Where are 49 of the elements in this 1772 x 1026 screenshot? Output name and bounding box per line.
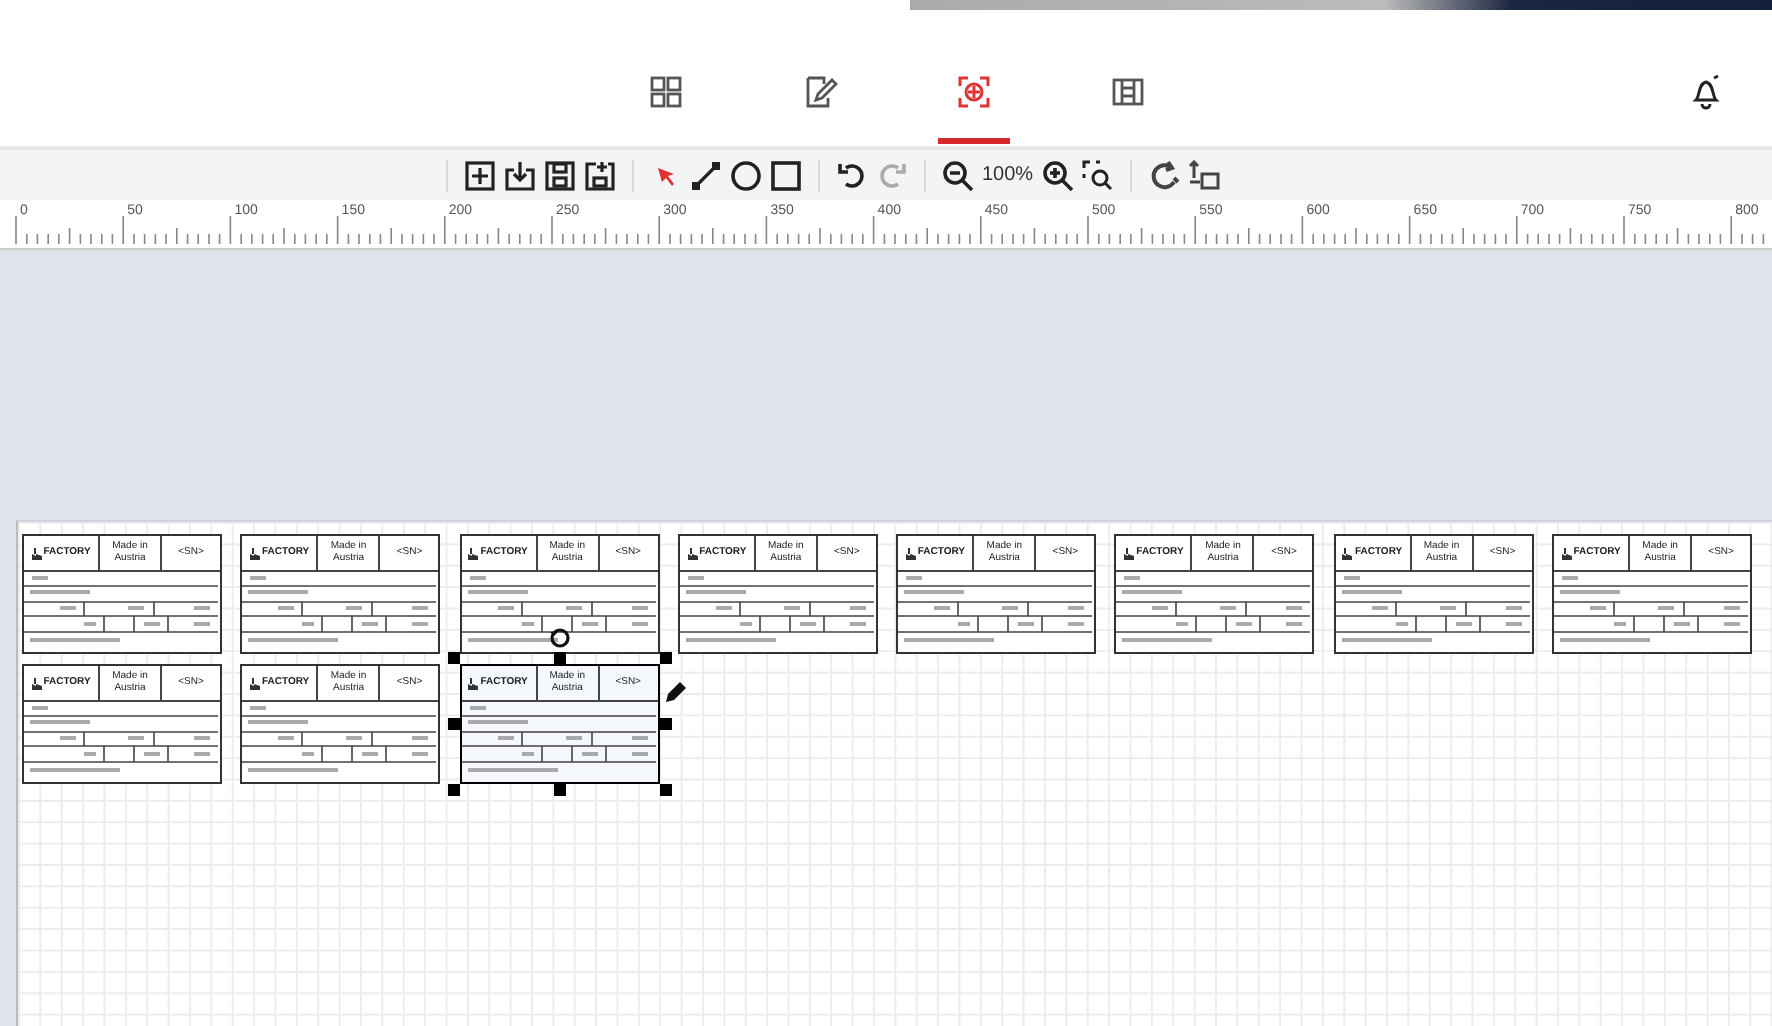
logo-icon — [1124, 547, 1135, 559]
logo-icon — [687, 547, 698, 559]
rotate-icon[interactable] — [547, 626, 572, 650]
zoom-fit-icon — [1081, 159, 1114, 191]
logo-icon — [1561, 547, 1572, 559]
rectangle-button[interactable] — [770, 159, 802, 191]
zoom-fit-button[interactable] — [1081, 159, 1114, 191]
panel-icon — [1110, 74, 1146, 110]
zoom-level: 100% — [982, 164, 1034, 186]
logo-icon — [31, 547, 42, 559]
logo-icon — [468, 547, 479, 559]
rectangle-icon — [770, 159, 802, 191]
save-copy-icon — [584, 159, 616, 191]
resize-handle[interactable] — [447, 784, 460, 796]
logo-icon — [905, 547, 916, 559]
save-copy-button[interactable] — [584, 159, 616, 191]
resize-handle[interactable] — [553, 784, 566, 796]
resize-handle[interactable] — [553, 652, 566, 664]
resize-handle[interactable] — [447, 652, 460, 664]
edit-icon — [802, 74, 838, 110]
line-button[interactable] — [690, 159, 722, 191]
zoom-in-icon — [1041, 159, 1074, 191]
circle-button[interactable] — [730, 159, 762, 191]
logo-icon — [249, 547, 260, 559]
zoom-out-button[interactable] — [942, 159, 974, 191]
undo-icon — [836, 159, 868, 191]
add-icon — [464, 159, 496, 191]
line-icon — [690, 159, 722, 191]
grid-icon — [648, 74, 684, 110]
bell-icon[interactable] — [1690, 74, 1722, 110]
save-button[interactable] — [544, 159, 576, 191]
save-icon — [544, 159, 576, 191]
target-icon — [956, 74, 992, 110]
import-icon — [504, 159, 536, 191]
redo-icon — [876, 159, 908, 191]
resize-handle[interactable] — [659, 652, 672, 664]
undo-button[interactable] — [836, 159, 868, 191]
circle-icon — [730, 159, 762, 191]
resize-handle[interactable] — [659, 784, 672, 796]
import-button[interactable] — [504, 159, 536, 191]
zoom-in-button[interactable] — [1041, 159, 1074, 191]
pencil-icon[interactable] — [663, 680, 688, 704]
add-button[interactable] — [464, 159, 496, 191]
logo-icon — [31, 677, 42, 689]
logo-icon — [1342, 547, 1353, 559]
resize-handle[interactable] — [447, 718, 460, 730]
zoom-out-icon — [942, 159, 974, 191]
logo-icon — [249, 677, 260, 689]
logo-icon — [468, 677, 479, 689]
